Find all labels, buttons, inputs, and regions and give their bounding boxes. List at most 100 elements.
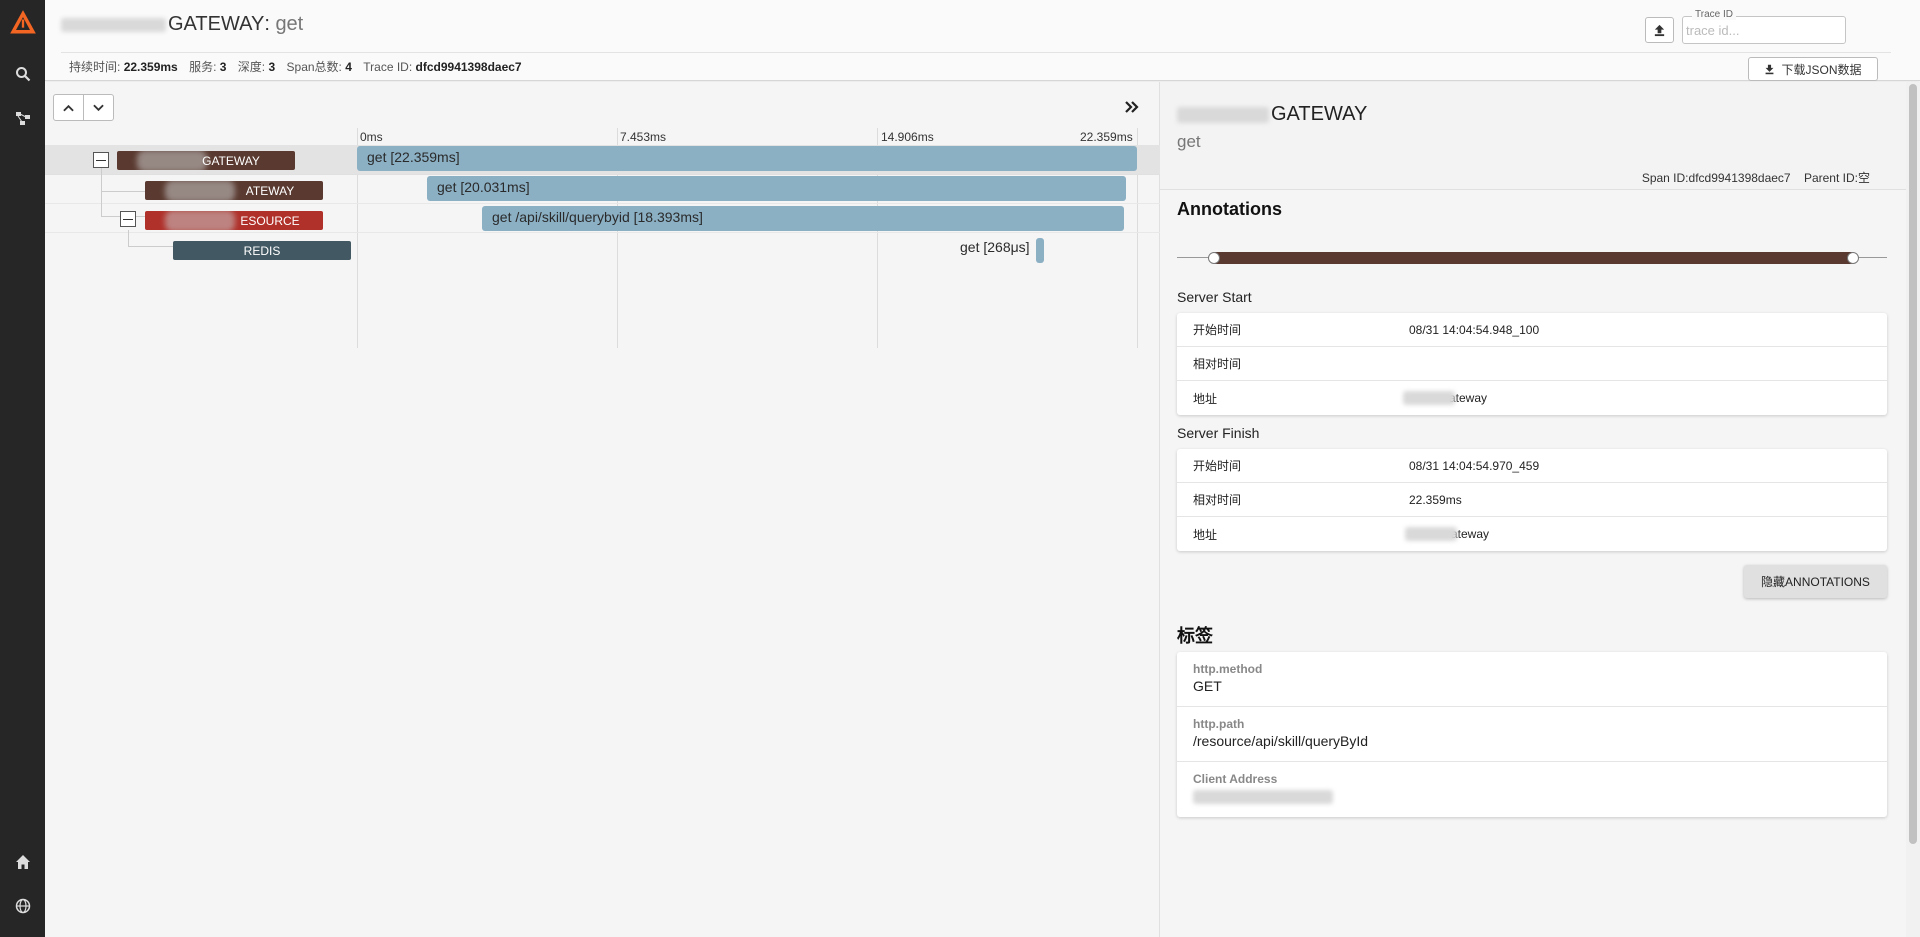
slider-range bbox=[1214, 252, 1853, 264]
hide-annotations-button[interactable]: 隐藏ANNOTATIONS bbox=[1744, 565, 1887, 598]
tag-key: Client Address bbox=[1193, 772, 1278, 786]
service-badge-label: ESOURCE bbox=[240, 213, 300, 228]
annotation-key: 相对时间 bbox=[1193, 357, 1242, 371]
collapse-detail-button[interactable] bbox=[1125, 97, 1139, 118]
globe-icon[interactable] bbox=[0, 888, 45, 924]
span-bar-label: get [268μs] bbox=[960, 239, 1030, 255]
upload-json-button[interactable] bbox=[1645, 17, 1674, 43]
tick-label: 14.906ms bbox=[881, 130, 934, 144]
upload-icon bbox=[1654, 24, 1665, 36]
annotation-key: 开始时间 bbox=[1193, 459, 1242, 473]
collapse-toggle[interactable] bbox=[120, 211, 136, 227]
span-bar[interactable]: get [22.359ms] bbox=[357, 146, 1137, 171]
annotation-key: 地址 bbox=[1193, 391, 1218, 406]
title-operation: get bbox=[275, 13, 304, 35]
service-badge[interactable]: ESOURCE bbox=[145, 211, 323, 230]
spans-label: Span总数: bbox=[286, 60, 342, 74]
server-start-card: 开始时间 08/31 14:04:54.948_100 相对时间 地址 atew… bbox=[1177, 313, 1887, 415]
download-json-label: 下载JSON数据 bbox=[1781, 62, 1862, 77]
chevron-up-icon bbox=[63, 104, 74, 111]
redacted-address bbox=[1403, 391, 1455, 405]
trace-id-input[interactable] bbox=[1686, 23, 1836, 38]
span-id-value: dfcd9941398daec7 bbox=[1688, 171, 1791, 185]
zipkin-logo-icon[interactable] bbox=[0, 6, 45, 40]
detail-service-suffix: GATEWAY bbox=[1271, 103, 1368, 125]
annotation-value: 08/31 14:04:54.970_459 bbox=[1409, 458, 1540, 473]
search-icon[interactable] bbox=[0, 56, 45, 92]
trace-timeline: 0ms 7.453ms 14.906ms 22.359ms GATEWAY AT… bbox=[45, 82, 1160, 937]
redacted-client-address bbox=[1193, 790, 1333, 805]
trace-header: GATEWAY: get 持续时间: 22.359ms 服务: 3 深度: 3 … bbox=[45, 0, 1920, 81]
redacted-address bbox=[1405, 527, 1457, 541]
parent-id-label: Parent ID: bbox=[1803, 171, 1858, 185]
service-badge[interactable]: GATEWAY bbox=[117, 151, 295, 170]
span-bar-label: get /api/skill/querybyid [18.393ms] bbox=[492, 209, 703, 225]
tag-row: Client Address bbox=[1177, 762, 1887, 817]
service-badge[interactable]: ATEWAY bbox=[145, 181, 323, 200]
header-divider bbox=[61, 52, 1891, 53]
service-badge-label: GATEWAY bbox=[202, 153, 260, 168]
detail-service-name: GATEWAY bbox=[1177, 103, 1367, 126]
services-value: 3 bbox=[219, 60, 227, 74]
previous-span-button[interactable] bbox=[53, 94, 84, 121]
tree-line bbox=[128, 246, 174, 247]
redacted-mask bbox=[165, 211, 235, 230]
span-bar[interactable] bbox=[1036, 238, 1044, 263]
trace-id-field[interactable]: Trace ID bbox=[1682, 9, 1846, 44]
duration-label: 持续时间: bbox=[69, 60, 121, 74]
service-badge-label: REDIS bbox=[243, 243, 281, 258]
redacted-service-name bbox=[1177, 106, 1269, 123]
annotation-key: 地址 bbox=[1193, 527, 1218, 542]
span-detail-panel: GATEWAY get Span ID:dfcd9941398daec7 Par… bbox=[1160, 82, 1906, 937]
tick-label: 7.453ms bbox=[620, 130, 667, 144]
slider-end-handle[interactable] bbox=[1847, 252, 1859, 264]
annotation-row: 相对时间 bbox=[1177, 347, 1887, 381]
server-start-title: Server Start bbox=[1177, 289, 1252, 305]
tag-row: http.method GET bbox=[1177, 652, 1887, 707]
tag-key: http.path bbox=[1193, 717, 1245, 731]
chevron-down-icon bbox=[93, 104, 104, 111]
row-divider bbox=[45, 174, 1160, 175]
span-bar[interactable]: get [20.031ms] bbox=[427, 176, 1126, 201]
trace-stats: 持续时间: 22.359ms 服务: 3 深度: 3 Span总数: 4 Tra… bbox=[69, 58, 530, 75]
dependency-graph-icon[interactable] bbox=[0, 100, 45, 136]
tag-key: http.method bbox=[1193, 662, 1263, 676]
parent-id-value: 空 bbox=[1857, 171, 1870, 185]
redacted-mask bbox=[165, 181, 235, 200]
title-service: GATEWAY bbox=[168, 13, 265, 35]
service-badge[interactable]: REDIS bbox=[173, 241, 351, 260]
tree-line bbox=[101, 168, 102, 216]
title-separator: : bbox=[264, 13, 276, 35]
service-badge-label: ATEWAY bbox=[245, 183, 295, 198]
page-title: GATEWAY: get bbox=[61, 13, 303, 36]
tag-row: http.path /resource/api/skill/queryById bbox=[1177, 707, 1887, 762]
depth-value: 3 bbox=[268, 60, 276, 74]
row-divider bbox=[45, 203, 1160, 204]
annotations-slider[interactable] bbox=[1177, 252, 1887, 264]
download-icon bbox=[1766, 64, 1774, 74]
home-icon[interactable] bbox=[0, 844, 45, 880]
redacted-service-name bbox=[61, 17, 166, 32]
trace-id-field-label: Trace ID bbox=[1692, 9, 1736, 20]
download-json-button[interactable]: 下载JSON数据 bbox=[1748, 57, 1878, 81]
tick-label: 0ms bbox=[360, 130, 383, 144]
span-ids: Span ID:dfcd9941398daec7 Parent ID:空 bbox=[1642, 169, 1870, 186]
tag-value bbox=[1193, 788, 1887, 805]
span-bar-label: get [22.359ms] bbox=[367, 149, 460, 165]
tags-title: 标签 bbox=[1177, 626, 1213, 646]
depth-label: 深度: bbox=[237, 60, 266, 74]
next-span-button[interactable] bbox=[83, 94, 114, 121]
slider-start-handle[interactable] bbox=[1208, 252, 1220, 264]
scrollbar-thumb[interactable] bbox=[1909, 84, 1917, 844]
scrollbar[interactable] bbox=[1906, 82, 1920, 937]
annotation-row: 开始时间 08/31 14:04:54.970_459 bbox=[1177, 449, 1887, 483]
row-divider bbox=[45, 232, 1160, 233]
annotation-row: 开始时间 08/31 14:04:54.948_100 bbox=[1177, 313, 1887, 347]
traceid-stat-label: Trace ID: bbox=[363, 60, 413, 74]
span-detail-header: GATEWAY get Span ID:dfcd9941398daec7 Par… bbox=[1160, 82, 1906, 190]
span-bar[interactable]: get /api/skill/querybyid [18.393ms] bbox=[482, 206, 1124, 231]
tick-label: 22.359ms bbox=[1080, 130, 1133, 144]
annotation-row: 地址 ateway bbox=[1177, 381, 1887, 415]
collapse-toggle[interactable] bbox=[93, 152, 109, 168]
span-bar-label: get [20.031ms] bbox=[437, 179, 530, 195]
